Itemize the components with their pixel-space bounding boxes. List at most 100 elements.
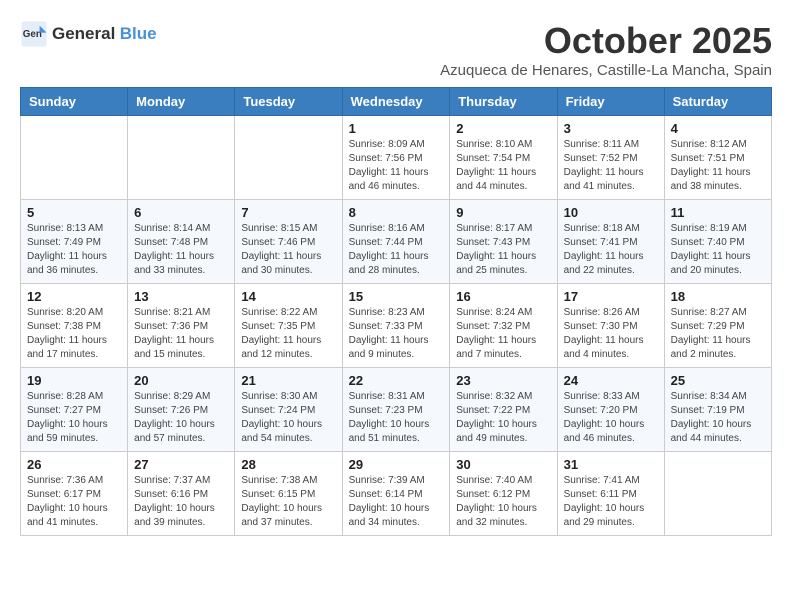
day-info: Sunrise: 8:11 AM Sunset: 7:52 PM Dayligh… (564, 138, 658, 194)
logo-icon: Gen (20, 20, 48, 48)
svg-text:Gen: Gen (23, 29, 42, 40)
day-info: Sunrise: 8:13 AM Sunset: 7:49 PM Dayligh… (27, 222, 121, 278)
col-tuesday: Tuesday (235, 88, 342, 116)
day-number: 11 (671, 205, 765, 220)
calendar-cell: 9 Sunrise: 8:17 AM Sunset: 7:43 PM Daylig… (450, 200, 557, 284)
col-thursday: Thursday (450, 88, 557, 116)
day-number: 4 (671, 121, 765, 136)
calendar-header-row: Sunday Monday Tuesday Wednesday Thursday… (21, 88, 772, 116)
day-info: Sunrise: 8:14 AM Sunset: 7:48 PM Dayligh… (134, 222, 228, 278)
calendar-cell: 28Sunrise: 7:38 AM Sunset: 6:15 PM Dayli… (235, 452, 342, 536)
day-info: Sunrise: 8:34 AM Sunset: 7:19 PM Dayligh… (671, 390, 765, 446)
calendar-cell: 25 Sunrise: 8:34 AM Sunset: 7:19 PM Dayli… (664, 368, 771, 452)
day-number: 16 (456, 289, 550, 304)
day-info: Sunrise: 8:19 AM Sunset: 7:40 PM Dayligh… (671, 222, 765, 278)
day-number: 9 (456, 205, 550, 220)
calendar-cell: 5Sunrise: 8:13 AM Sunset: 7:49 PM Daylig… (21, 200, 128, 284)
day-number: 13 (134, 289, 228, 304)
day-info: Sunrise: 8:09 AM Sunset: 7:56 PM Dayligh… (349, 138, 444, 194)
calendar-cell: 7 Sunrise: 8:15 AM Sunset: 7:46 PM Daylig… (235, 200, 342, 284)
day-number: 25 (671, 373, 765, 388)
calendar-cell (235, 116, 342, 200)
col-monday: Monday (128, 88, 235, 116)
day-number: 12 (27, 289, 121, 304)
day-info: Sunrise: 8:21 AM Sunset: 7:36 PM Dayligh… (134, 306, 228, 362)
calendar-cell: 22Sunrise: 8:31 AM Sunset: 7:23 PM Dayli… (342, 368, 450, 452)
day-info: Sunrise: 8:18 AM Sunset: 7:41 PM Dayligh… (564, 222, 658, 278)
day-number: 6 (134, 205, 228, 220)
calendar-cell: 13 Sunrise: 8:21 AM Sunset: 7:36 PM Dayli… (128, 284, 235, 368)
calendar-cell: 27 Sunrise: 7:37 AM Sunset: 6:16 PM Dayli… (128, 452, 235, 536)
day-info: Sunrise: 8:26 AM Sunset: 7:30 PM Dayligh… (564, 306, 658, 362)
calendar-cell: 8 Sunrise: 8:16 AM Sunset: 7:44 PM Daylig… (342, 200, 450, 284)
calendar-cell: 10Sunrise: 8:18 AM Sunset: 7:41 PM Dayli… (557, 200, 664, 284)
calendar-cell: 4 Sunrise: 8:12 AM Sunset: 7:51 PM Daylig… (664, 116, 771, 200)
calendar-cell: 6 Sunrise: 8:14 AM Sunset: 7:48 PM Daylig… (128, 200, 235, 284)
day-info: Sunrise: 8:12 AM Sunset: 7:51 PM Dayligh… (671, 138, 765, 194)
day-number: 26 (27, 457, 121, 472)
calendar-cell: 2 Sunrise: 8:10 AM Sunset: 7:54 PM Daylig… (450, 116, 557, 200)
col-friday: Friday (557, 88, 664, 116)
location-subtitle: Azuqueca de Henares, Castille-La Mancha,… (440, 62, 772, 79)
calendar-cell: 16 Sunrise: 8:24 AM Sunset: 7:32 PM Dayli… (450, 284, 557, 368)
calendar-cell: 1 Sunrise: 8:09 AM Sunset: 7:56 PM Daylig… (342, 116, 450, 200)
day-info: Sunrise: 8:15 AM Sunset: 7:46 PM Dayligh… (241, 222, 335, 278)
day-info: Sunrise: 8:33 AM Sunset: 7:20 PM Dayligh… (564, 390, 658, 446)
calendar-cell: 24 Sunrise: 8:33 AM Sunset: 7:20 PM Dayli… (557, 368, 664, 452)
calendar-table: Sunday Monday Tuesday Wednesday Thursday… (20, 87, 772, 536)
col-wednesday: Wednesday (342, 88, 450, 116)
calendar-cell (128, 116, 235, 200)
day-number: 23 (456, 373, 550, 388)
day-info: Sunrise: 8:23 AM Sunset: 7:33 PM Dayligh… (349, 306, 444, 362)
calendar-week-5: 26 Sunrise: 7:36 AM Sunset: 6:17 PM Dayli… (21, 452, 772, 536)
day-info: Sunrise: 7:36 AM Sunset: 6:17 PM Dayligh… (27, 474, 121, 530)
day-number: 29 (349, 457, 444, 472)
calendar-cell: 29 Sunrise: 7:39 AM Sunset: 6:14 PM Dayli… (342, 452, 450, 536)
day-info: Sunrise: 8:24 AM Sunset: 7:32 PM Dayligh… (456, 306, 550, 362)
day-number: 21 (241, 373, 335, 388)
calendar-week-3: 12Sunrise: 8:20 AM Sunset: 7:38 PM Dayli… (21, 284, 772, 368)
day-number: 20 (134, 373, 228, 388)
day-number: 19 (27, 373, 121, 388)
day-number: 2 (456, 121, 550, 136)
day-number: 28 (241, 457, 335, 472)
day-number: 1 (349, 121, 444, 136)
calendar-cell: 30Sunrise: 7:40 AM Sunset: 6:12 PM Dayli… (450, 452, 557, 536)
logo-general: General (52, 24, 115, 43)
day-number: 7 (241, 205, 335, 220)
calendar-cell (21, 116, 128, 200)
day-info: Sunrise: 7:40 AM Sunset: 6:12 PM Dayligh… (456, 474, 550, 530)
day-info: Sunrise: 8:27 AM Sunset: 7:29 PM Dayligh… (671, 306, 765, 362)
col-sunday: Sunday (21, 88, 128, 116)
day-number: 18 (671, 289, 765, 304)
calendar-week-1: 1 Sunrise: 8:09 AM Sunset: 7:56 PM Daylig… (21, 116, 772, 200)
day-number: 14 (241, 289, 335, 304)
day-number: 24 (564, 373, 658, 388)
calendar-cell: 11 Sunrise: 8:19 AM Sunset: 7:40 PM Dayli… (664, 200, 771, 284)
day-number: 27 (134, 457, 228, 472)
calendar-cell (664, 452, 771, 536)
logo-blue: Blue (120, 24, 157, 43)
calendar-cell: 31Sunrise: 7:41 AM Sunset: 6:11 PM Dayli… (557, 452, 664, 536)
day-number: 22 (349, 373, 444, 388)
calendar-cell: 21 Sunrise: 8:30 AM Sunset: 7:24 PM Dayli… (235, 368, 342, 452)
day-info: Sunrise: 7:37 AM Sunset: 6:16 PM Dayligh… (134, 474, 228, 530)
day-info: Sunrise: 7:39 AM Sunset: 6:14 PM Dayligh… (349, 474, 444, 530)
page-header: Gen General Blue October 2025 Azuqueca d… (20, 20, 772, 79)
day-info: Sunrise: 8:32 AM Sunset: 7:22 PM Dayligh… (456, 390, 550, 446)
day-info: Sunrise: 8:17 AM Sunset: 7:43 PM Dayligh… (456, 222, 550, 278)
day-number: 17 (564, 289, 658, 304)
day-number: 31 (564, 457, 658, 472)
calendar-cell: 15Sunrise: 8:23 AM Sunset: 7:33 PM Dayli… (342, 284, 450, 368)
day-info: Sunrise: 8:10 AM Sunset: 7:54 PM Dayligh… (456, 138, 550, 194)
calendar-cell: 19Sunrise: 8:28 AM Sunset: 7:27 PM Dayli… (21, 368, 128, 452)
calendar-cell: 18 Sunrise: 8:27 AM Sunset: 7:29 PM Dayli… (664, 284, 771, 368)
calendar-cell: 3Sunrise: 8:11 AM Sunset: 7:52 PM Daylig… (557, 116, 664, 200)
month-title: October 2025 (440, 20, 772, 62)
day-info: Sunrise: 8:30 AM Sunset: 7:24 PM Dayligh… (241, 390, 335, 446)
logo-text: General Blue (52, 24, 157, 44)
day-number: 8 (349, 205, 444, 220)
day-info: Sunrise: 8:22 AM Sunset: 7:35 PM Dayligh… (241, 306, 335, 362)
calendar-week-4: 19Sunrise: 8:28 AM Sunset: 7:27 PM Dayli… (21, 368, 772, 452)
day-info: Sunrise: 8:16 AM Sunset: 7:44 PM Dayligh… (349, 222, 444, 278)
